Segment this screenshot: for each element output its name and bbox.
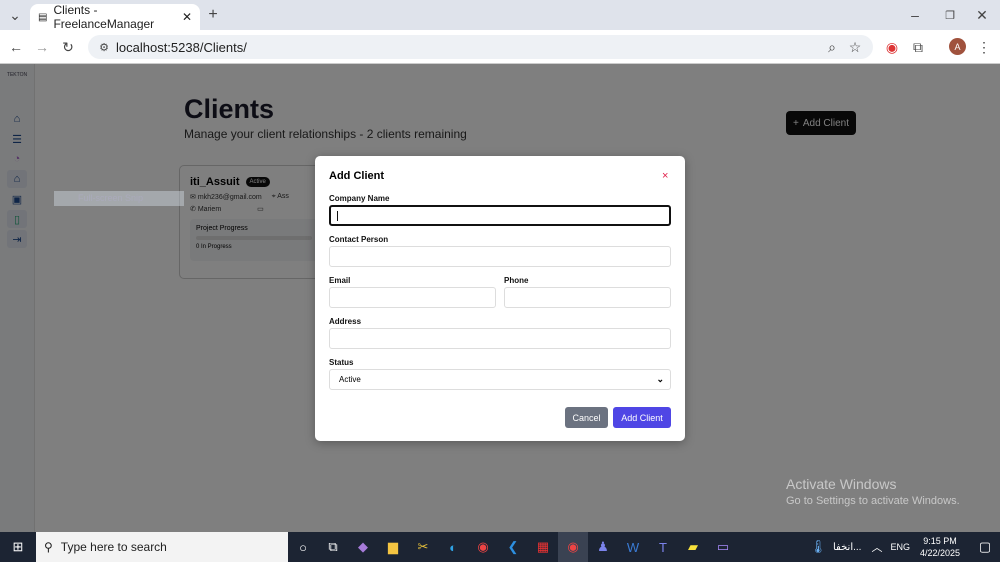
vscode-icon[interactable]: ❮ [498, 532, 528, 562]
profile-avatar[interactable]: A [949, 38, 966, 55]
company-name-input[interactable] [329, 205, 671, 226]
phone-label: Phone [504, 276, 529, 285]
close-icon[interactable]: × [662, 170, 668, 182]
contact-person-label: Contact Person [329, 235, 389, 244]
minimize-icon[interactable]: – [905, 6, 925, 24]
extension-icon[interactable]: ◉ [883, 37, 901, 57]
email-label: Email [329, 276, 351, 285]
file-explorer-icon[interactable]: ▆ [378, 532, 408, 562]
edge-icon[interactable]: ◐ [438, 532, 468, 562]
status-label: Status [329, 358, 354, 367]
date-text: 4/22/2025 [919, 548, 960, 558]
app-icon[interactable]: ✂ [408, 532, 438, 562]
add-client-modal: Add Client × Company Name Contact Person… [315, 156, 685, 441]
status-selected-value: Active [339, 375, 361, 384]
zoom-icon[interactable]: ⌕ [823, 37, 841, 57]
activate-windows-title: Activate Windows [786, 476, 897, 492]
tab-search-icon[interactable]: ⌄ [6, 6, 24, 24]
phone-input[interactable] [504, 287, 671, 308]
clock[interactable]: 9:15 PM 4/22/2025 [920, 535, 960, 559]
email-input[interactable] [329, 287, 496, 308]
chrome-profile-icon[interactable]: ◉ [468, 532, 498, 562]
maximize-icon[interactable]: ❐ [940, 6, 960, 24]
language-indicator[interactable]: ENG [890, 542, 910, 552]
close-tab-icon[interactable]: ✕ [182, 10, 192, 24]
extensions-puzzle-icon[interactable]: ⧉ [909, 37, 927, 57]
search-placeholder: Type here to search [60, 540, 167, 554]
submit-add-client-button[interactable]: Add Client [613, 407, 671, 428]
text-cursor [337, 211, 338, 221]
start-windows-icon[interactable]: ⊞ [0, 532, 36, 562]
cancel-button[interactable]: Cancel [565, 407, 608, 428]
chrome-icon[interactable]: ◉ [558, 532, 588, 562]
weather-icon[interactable]: 🌡 [803, 532, 833, 562]
app-grid-icon[interactable]: ▦ [528, 532, 558, 562]
taskbar-search-input[interactable]: ⚲ Type here to search [36, 532, 288, 562]
url-input[interactable]: localhost:5238/Clients/ [88, 35, 873, 59]
cortana-icon[interactable]: ○ [288, 532, 318, 562]
address-label: Address [329, 317, 362, 326]
teams-icon[interactable]: ♟ [588, 532, 618, 562]
teams-chat-icon[interactable]: T [648, 532, 678, 562]
tray-chevron-icon[interactable]: ︿ [871, 539, 882, 555]
menu-icon[interactable]: ⋮ [976, 37, 992, 57]
site-info-icon[interactable]: ⚙ [96, 38, 112, 56]
terminal-icon[interactable]: ▭ [708, 532, 738, 562]
url-text: localhost:5238/Clients/ [116, 39, 247, 55]
back-icon[interactable]: ← [6, 37, 26, 57]
address-input[interactable] [329, 328, 671, 349]
notification-icon[interactable]: ▢ [970, 532, 1000, 562]
modal-title: Add Client [329, 170, 384, 182]
status-select[interactable]: Active ⌄ [329, 369, 671, 390]
weather-text[interactable]: انخفا... [833, 542, 861, 553]
time-text: 9:15 PM [923, 536, 957, 546]
new-tab-icon[interactable]: + [204, 6, 222, 24]
search-icon: ⚲ [44, 540, 53, 554]
snip-overlay: Full-screen Snip [54, 191, 184, 206]
browser-tab[interactable]: ▤ Clients - FreelanceManager ✕ [30, 3, 200, 31]
page-favicon-icon: ▤ [38, 11, 48, 23]
visual-studio-icon[interactable]: ◆ [348, 532, 378, 562]
activate-windows-subtitle: Go to Settings to activate Windows. [786, 495, 960, 507]
sticky-notes-icon[interactable]: ▰ [678, 532, 708, 562]
forward-icon[interactable]: → [32, 37, 52, 57]
close-window-icon[interactable]: ✕ [972, 6, 992, 24]
reload-icon[interactable]: ↻ [58, 37, 78, 57]
chevron-down-icon: ⌄ [656, 374, 664, 384]
task-view-icon[interactable]: ⧉ [318, 532, 348, 562]
tab-title: Clients - FreelanceManager [53, 3, 155, 31]
bookmark-star-icon[interactable]: ☆ [846, 37, 864, 57]
company-name-label: Company Name [329, 194, 390, 203]
contact-person-input[interactable] [329, 246, 671, 267]
word-icon[interactable]: W [618, 532, 648, 562]
